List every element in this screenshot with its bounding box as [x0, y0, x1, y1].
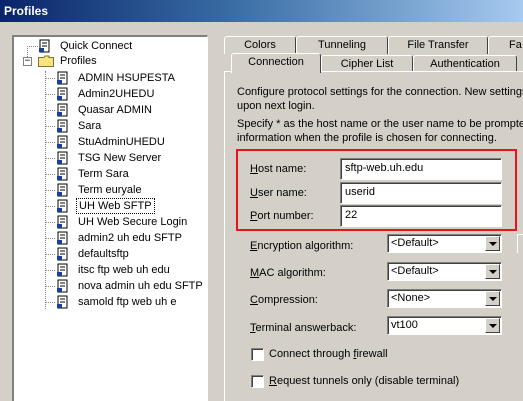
document-icon: [57, 215, 68, 229]
select-value: <None>: [391, 292, 431, 304]
description-line-1: Configure protocol settings for the conn…: [237, 86, 523, 98]
extra-button-partial[interactable]: [517, 234, 523, 253]
tab-authentication[interactable]: Authentication: [413, 55, 517, 71]
select-value: <Default>: [391, 265, 439, 277]
document-icon: [57, 231, 68, 245]
compression-select[interactable]: <None>: [387, 289, 502, 308]
dropdown-arrow-icon[interactable]: [485, 318, 500, 333]
encryption-label: Encryption algorithm:: [250, 240, 354, 252]
document-icon: [57, 263, 68, 277]
tab-label: File Transfer: [407, 39, 469, 51]
tab-connection[interactable]: Connection: [231, 53, 321, 73]
window-title: Profiles: [0, 0, 523, 22]
document-icon: [57, 295, 68, 309]
user-name-label: User name:: [250, 187, 307, 199]
tree-connector: [45, 126, 55, 127]
tree-connector: [45, 94, 55, 95]
tree-connector: [45, 286, 55, 287]
tree-connector: [45, 110, 55, 111]
firewall-checkbox[interactable]: [251, 348, 264, 361]
document-icon: [57, 279, 68, 293]
tab-label: Connection: [248, 56, 304, 68]
document-icon: [57, 135, 68, 149]
tree-connector: [45, 142, 55, 143]
dropdown-arrow-icon[interactable]: [485, 291, 500, 306]
profile-item-label: Quasar ADMIN: [78, 104, 152, 116]
tab-file-transfer[interactable]: File Transfer: [388, 36, 488, 54]
document-icon: [39, 39, 50, 53]
profile-tree[interactable]: Quick Connect − Profiles ADMIN HSUPESTA A…: [12, 35, 208, 401]
dropdown-arrow-icon[interactable]: [485, 264, 500, 279]
specify-note-line-1: Specify * as the host name or the user n…: [237, 118, 523, 130]
document-icon: [57, 71, 68, 85]
tree-connector: [45, 190, 55, 191]
request-tunnels-label: Request tunnels only (disable terminal): [269, 375, 460, 387]
terminal-answerback-select[interactable]: vt100: [387, 316, 502, 335]
profile-item-label: Term euryale: [78, 184, 142, 196]
profile-item-label: defaultsftp: [78, 248, 129, 260]
tab-label: Cipher List: [340, 58, 394, 70]
tree-connector: [45, 222, 55, 223]
collapse-toggle[interactable]: −: [23, 57, 32, 66]
port-number-label: Port number:: [250, 210, 314, 222]
tab-cipher-list[interactable]: Cipher List: [321, 55, 413, 71]
compression-label: Compression:: [250, 294, 318, 306]
tab-favorites-partial[interactable]: Fa: [488, 36, 523, 54]
tab-label: Authentication: [430, 58, 500, 70]
tab-label: Fa: [509, 39, 522, 51]
profile-item-label: StuAdminUHEDU: [78, 136, 165, 148]
document-icon: [57, 247, 68, 261]
tab-label: Colors: [244, 39, 276, 51]
host-name-label: Host name:: [250, 163, 307, 175]
tree-connector: [45, 174, 55, 175]
port-number-input[interactable]: 22: [340, 205, 502, 227]
mac-label: MAC algorithm:: [250, 267, 326, 279]
document-icon: [57, 151, 68, 165]
folder-icon: [38, 55, 54, 67]
document-icon: [57, 119, 68, 133]
tree-item-label: Profiles: [60, 55, 97, 67]
host-name-input[interactable]: sftp-web.uh.edu: [340, 158, 502, 180]
tab-colors[interactable]: Colors: [224, 36, 296, 54]
document-icon: [57, 199, 68, 213]
tree-item-label: Quick Connect: [60, 40, 133, 52]
profile-item-label: UH Web SFTP: [76, 198, 155, 214]
terminal-answerback-label: Terminal answerback:: [250, 322, 357, 334]
document-icon: [57, 103, 68, 117]
tree-connector: [45, 206, 55, 207]
select-value: vt100: [391, 319, 418, 331]
mac-select[interactable]: <Default>: [387, 262, 502, 281]
profile-item-label: itsc ftp web uh edu: [78, 264, 170, 276]
encryption-select[interactable]: <Default>: [387, 234, 502, 253]
user-name-input[interactable]: userid: [340, 182, 502, 204]
dropdown-arrow-icon[interactable]: [485, 236, 500, 251]
profile-item-label: samold ftp web uh e: [78, 296, 177, 308]
select-value: <Default>: [391, 237, 439, 249]
document-icon: [57, 87, 68, 101]
document-icon: [57, 183, 68, 197]
firewall-label: Connect through firewall: [269, 348, 388, 360]
profile-item-label: Admin2UHEDU: [78, 88, 155, 100]
tree-connector: [27, 46, 38, 47]
tree-connector: [45, 158, 55, 159]
description-line-2: upon next login.: [237, 100, 315, 112]
tree-connector: [45, 78, 55, 79]
profile-item-label: ADMIN HSUPESTA: [78, 72, 175, 84]
request-tunnels-checkbox[interactable]: [251, 375, 264, 388]
profile-item-label: TSG New Server: [78, 152, 162, 164]
profile-item-label: Sara: [78, 120, 102, 132]
profile-item-label: nova admin uh edu SFTP: [78, 280, 203, 292]
tree-connector: [45, 270, 55, 271]
profile-item-label: UH Web Secure Login: [78, 216, 188, 228]
document-icon: [57, 167, 68, 181]
tab-label: Tunneling: [318, 39, 366, 51]
tab-tunneling[interactable]: Tunneling: [296, 36, 388, 54]
tree-connector: [45, 238, 55, 239]
profile-item-label: Term Sara: [78, 168, 129, 180]
profile-item-label: admin2 uh edu SFTP: [78, 232, 182, 244]
specify-note-line-2: information when the profile is chosen f…: [237, 132, 497, 144]
tree-connector: [45, 254, 55, 255]
tree-connector: [45, 302, 55, 303]
